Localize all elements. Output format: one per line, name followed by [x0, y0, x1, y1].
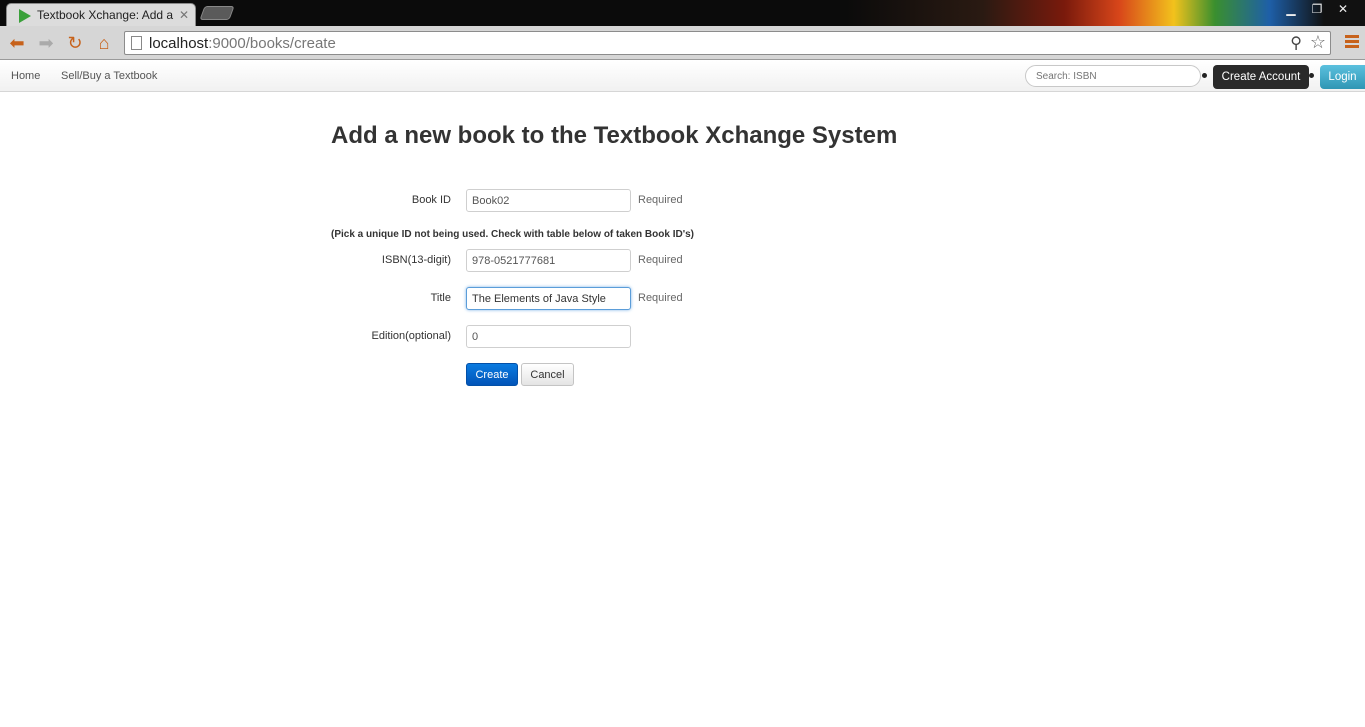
- new-tab-button[interactable]: [199, 6, 235, 20]
- restore-icon[interactable]: ❐: [1305, 1, 1329, 17]
- close-window-icon[interactable]: ✕: [1331, 1, 1355, 17]
- page-title: Add a new book to the Textbook Xchange S…: [331, 122, 898, 149]
- isbn-input[interactable]: [466, 249, 631, 272]
- home-icon[interactable]: ⌂: [94, 33, 114, 53]
- book-id-input[interactable]: [466, 189, 631, 212]
- menu-icon[interactable]: [1345, 35, 1359, 49]
- edition-input[interactable]: [466, 325, 631, 348]
- nav-sell-buy-link[interactable]: Sell/Buy a Textbook: [61, 70, 157, 82]
- book-id-hint: (Pick a unique ID not being used. Check …: [331, 229, 694, 240]
- separator-dot: [1202, 73, 1207, 78]
- play-icon: [19, 9, 31, 23]
- browser-titlebar: Textbook Xchange: Add a ✕ ▁ ❐ ✕: [0, 0, 1365, 26]
- book-id-label: Book ID: [411, 194, 451, 206]
- isbn-required: Required: [638, 254, 683, 266]
- title-required: Required: [638, 292, 683, 304]
- url-text: localhost:9000/books/create: [149, 35, 336, 52]
- page-icon: [131, 36, 142, 50]
- isbn-label: ISBN(13-digit): [381, 254, 451, 266]
- title-label: Title: [430, 292, 451, 304]
- minimize-icon[interactable]: ▁: [1279, 1, 1303, 17]
- bookmark-star-icon[interactable]: ☆: [1310, 32, 1326, 53]
- forward-arrow-icon[interactable]: ➡: [36, 33, 56, 53]
- login-button[interactable]: Login: [1320, 65, 1365, 89]
- tab-title: Textbook Xchange: Add a: [37, 8, 174, 22]
- title-input[interactable]: [466, 287, 631, 310]
- address-bar[interactable]: localhost:9000/books/create ⚲ ☆: [124, 31, 1331, 55]
- browser-tab[interactable]: Textbook Xchange: Add a ✕: [6, 3, 196, 26]
- separator-dot: [1309, 73, 1314, 78]
- close-tab-icon[interactable]: ✕: [179, 8, 189, 22]
- window-controls: ▁ ❐ ✕: [1279, 1, 1355, 17]
- create-account-button[interactable]: Create Account: [1213, 65, 1309, 89]
- browser-toolbar: ⬅ ➡ ↻ ⌂ localhost:9000/books/create ⚲ ☆: [0, 26, 1365, 60]
- create-button[interactable]: Create: [466, 363, 518, 386]
- nav-home-link[interactable]: Home: [11, 70, 40, 82]
- reload-icon[interactable]: ↻: [65, 33, 85, 53]
- search-input[interactable]: [1025, 65, 1201, 87]
- zoom-icon[interactable]: ⚲: [1290, 33, 1302, 53]
- back-arrow-icon[interactable]: ⬅: [7, 33, 27, 53]
- app-navbar: Home Sell/Buy a Textbook Create Account …: [0, 61, 1365, 92]
- book-id-required: Required: [638, 194, 683, 206]
- edition-label: Edition(optional): [371, 330, 452, 342]
- cancel-button[interactable]: Cancel: [521, 363, 574, 386]
